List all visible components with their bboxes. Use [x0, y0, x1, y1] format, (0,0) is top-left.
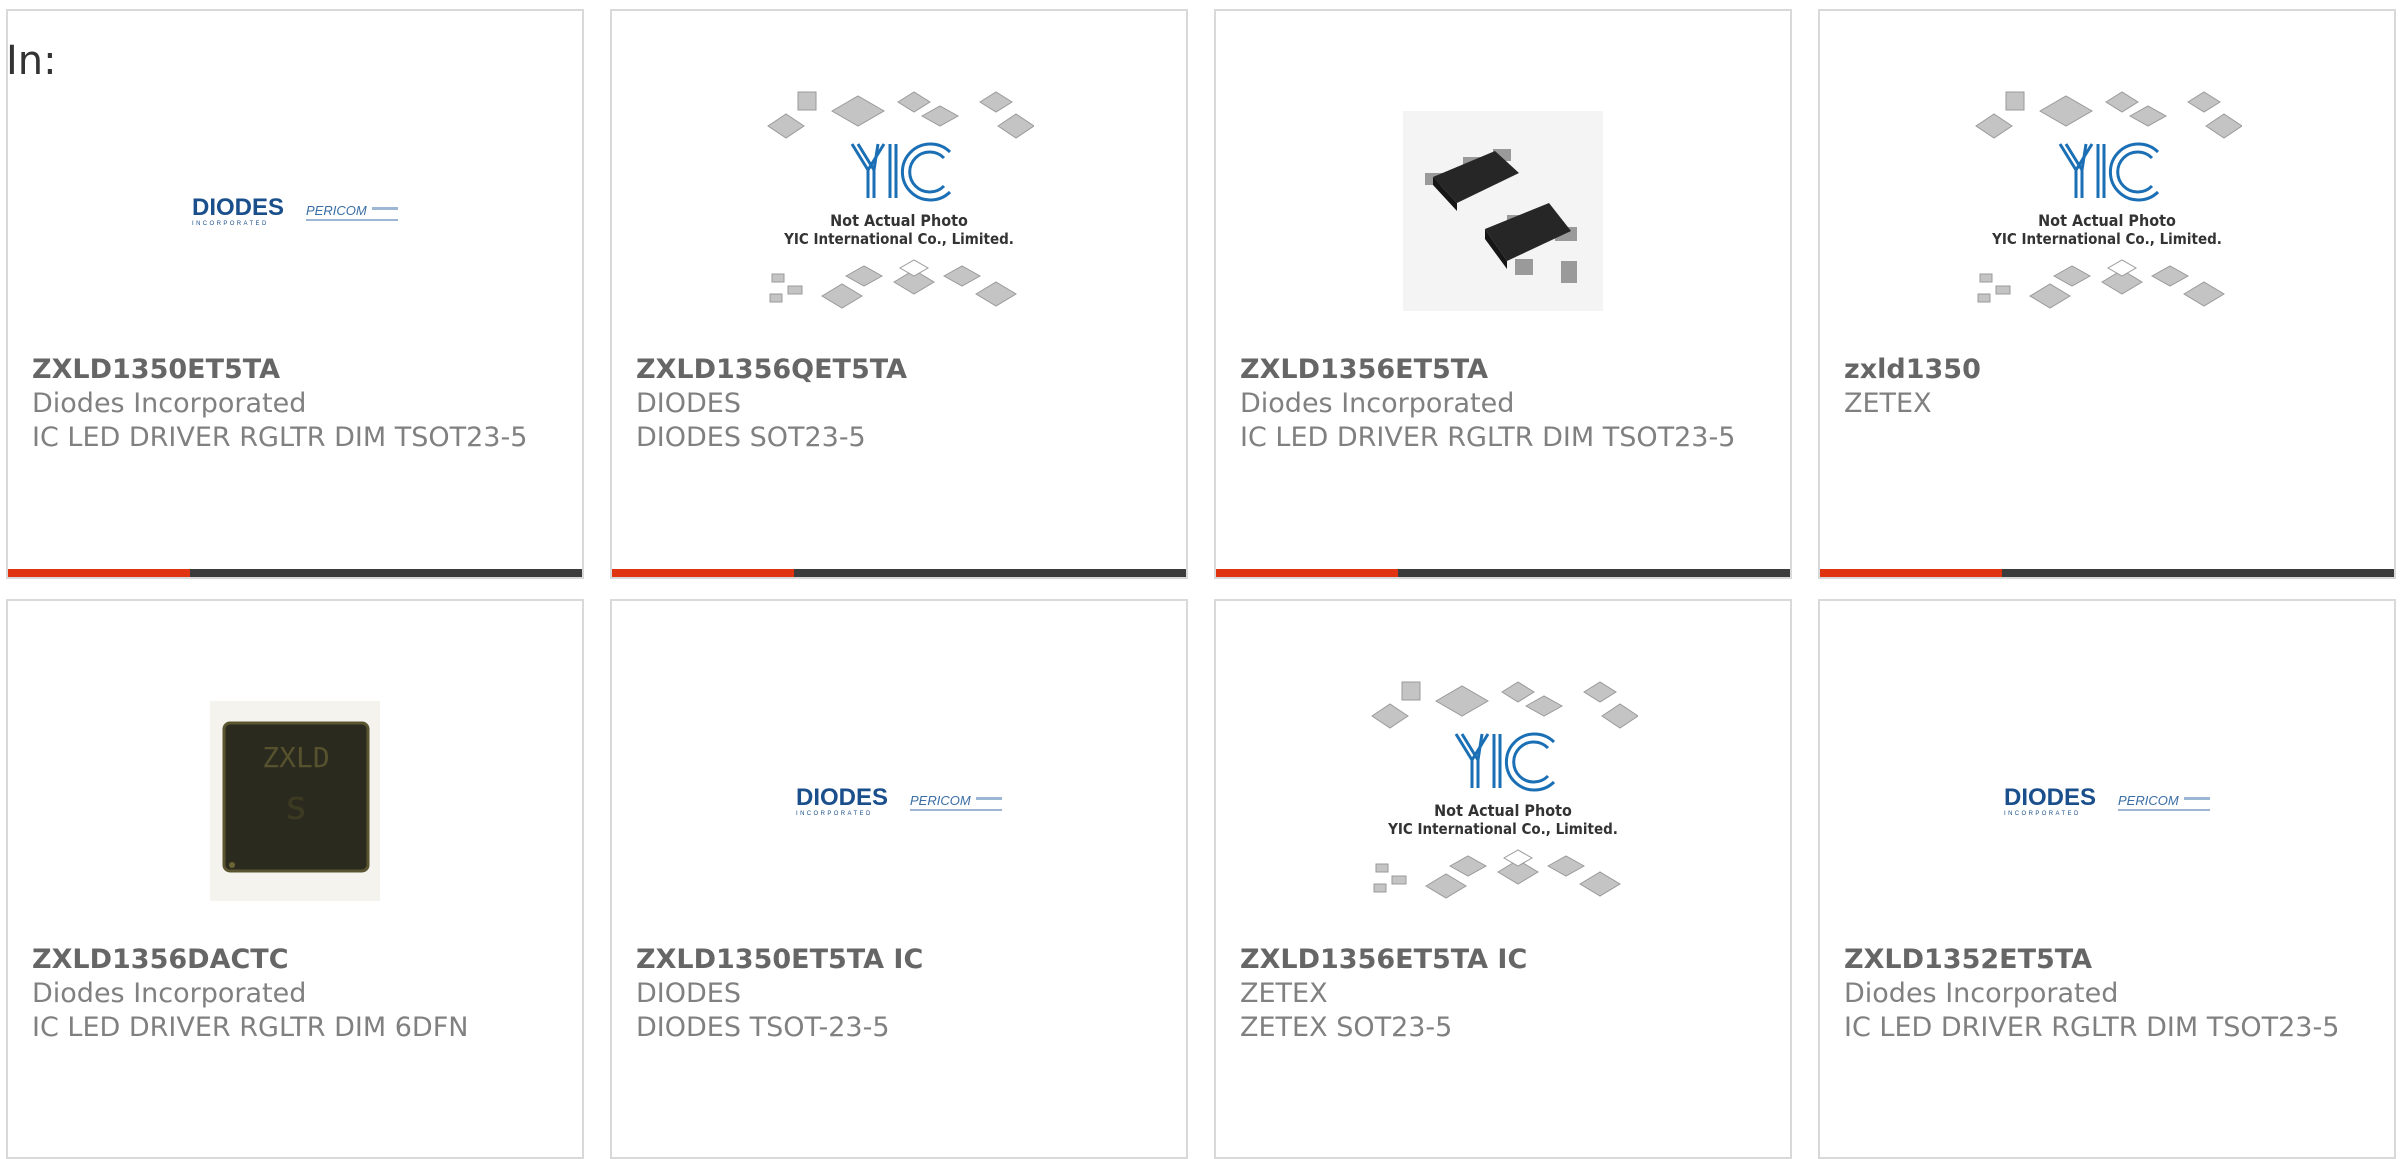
- product-card[interactable]: Not Actual Photo YIC International Co., …: [1214, 599, 1792, 1159]
- card-accent-bar: [612, 569, 794, 577]
- not-actual-photo-text: Not Actual Photo: [2038, 211, 2176, 230]
- product-card[interactable]: DIODES INCORPORATED PERICOM ZXLD1350ET5T…: [610, 599, 1188, 1159]
- description: IC LED DRIVER RGLTR DIM 6DFN: [32, 1012, 469, 1043]
- pericom-logo-text: PERICOM: [910, 793, 971, 808]
- diodes-pericom-logo: DIODES INCORPORATED PERICOM: [192, 194, 398, 227]
- part-number-link[interactable]: zxld1350: [1844, 353, 2374, 387]
- card-bottom-bar: [1216, 569, 1790, 577]
- card-bottom-bar: [1820, 569, 2394, 577]
- description: DIODES TSOT-23-5: [636, 1012, 890, 1043]
- product-image[interactable]: DIODES INCORPORATED PERICOM: [612, 661, 1186, 941]
- yic-company-text: YIC International Co., Limited.: [783, 230, 1014, 248]
- card-bottom-bar: [612, 569, 1186, 577]
- pericom-logo-text: PERICOM: [2118, 793, 2179, 808]
- svg-text:ѕ: ѕ: [284, 783, 308, 829]
- product-info: ZXLD1356DACTC Diodes Incorporated IC LED D…: [32, 943, 562, 1045]
- description: IC LED DRIVER RGLTR DIM TSOT23-5: [1240, 422, 1736, 453]
- product-card[interactable]: ZXLD1356ET5TA Diodes Incorporated IC LED D…: [1214, 9, 1792, 579]
- product-info: ZXLD1356ET5TA IC ZETEX ZETEX SOT23-5: [1240, 943, 1770, 1045]
- diodes-logo-text: DIODES: [192, 194, 284, 221]
- product-card[interactable]: ZXLD ѕ ZXLD1356DACTC Diodes Incorporated I…: [6, 599, 584, 1159]
- product-info: ZXLD1356ET5TA Diodes Incorporated IC LED D…: [1240, 353, 1770, 455]
- part-number-link[interactable]: ZXLD1356DACTC: [32, 943, 562, 977]
- manufacturer: ZETEX: [1844, 388, 1932, 419]
- description: ZETEX SOT23-5: [1240, 1012, 1453, 1043]
- product-info: ZXLD1352ET5TA Diodes Incorporated IC LED D…: [1844, 943, 2374, 1045]
- product-image[interactable]: Not Actual Photo YIC International Co., …: [612, 71, 1186, 351]
- diodes-logo-subtext: INCORPORATED: [2004, 811, 2081, 817]
- product-info: zxld1350 ZETEX: [1844, 353, 2374, 421]
- filter-label: In:: [6, 38, 57, 84]
- yic-not-actual-photo-image: Not Actual Photo YIC International Co., …: [1371, 681, 1638, 899]
- part-number-link[interactable]: ZXLD1350ET5TA: [32, 353, 562, 387]
- diodes-logo-text: DIODES: [796, 784, 888, 811]
- part-number-link[interactable]: ZXLD1352ET5TA: [1844, 943, 2374, 977]
- card-accent-bar: [8, 569, 190, 577]
- diodes-logo-text: DIODES: [2004, 784, 2096, 811]
- sot23-chip-photo: [1403, 111, 1603, 311]
- description: DIODES SOT23-5: [636, 422, 866, 453]
- dfn-chip-photo: ZXLD ѕ: [210, 701, 380, 901]
- yic-company-text: YIC International Co., Limited.: [1387, 820, 1618, 838]
- chip-marking-text: ZXLD: [262, 741, 329, 774]
- product-image[interactable]: Not Actual Photo YIC International Co., …: [1216, 661, 1790, 941]
- manufacturer: Diodes Incorporated: [1240, 388, 1515, 419]
- product-card[interactable]: DIODES INCORPORATED PERICOM ZXLD1350ET5T…: [6, 9, 584, 579]
- card-accent-bar: [1820, 569, 2002, 577]
- not-actual-photo-text: Not Actual Photo: [830, 211, 968, 230]
- yic-not-actual-photo-image: Not Actual Photo YIC International Co., …: [767, 91, 1034, 309]
- product-card[interactable]: Not Actual Photo YIC International Co., …: [610, 9, 1188, 579]
- yic-not-actual-photo-image: Not Actual Photo YIC International Co., …: [1975, 91, 2242, 309]
- product-info: ZXLD1350ET5TA IC DIODES DIODES TSOT-23-5: [636, 943, 1166, 1045]
- part-number-link[interactable]: ZXLD1356QET5TA: [636, 353, 1166, 387]
- product-card[interactable]: Not Actual Photo YIC International Co., …: [1818, 9, 2396, 579]
- product-image[interactable]: Not Actual Photo YIC International Co., …: [1820, 71, 2394, 351]
- card-accent-bar: [1216, 569, 1398, 577]
- manufacturer: Diodes Incorporated: [1844, 978, 2119, 1009]
- description: IC LED DRIVER RGLTR DIM TSOT23-5: [32, 422, 528, 453]
- diodes-pericom-logo: DIODES INCORPORATED PERICOM: [2004, 784, 2210, 817]
- product-image[interactable]: DIODES INCORPORATED PERICOM: [8, 71, 582, 351]
- description: IC LED DRIVER RGLTR DIM TSOT23-5: [1844, 1012, 2340, 1043]
- diodes-logo-subtext: INCORPORATED: [192, 221, 269, 227]
- card-bottom-bar: [8, 569, 582, 577]
- not-actual-photo-text: Not Actual Photo: [1434, 801, 1572, 820]
- product-image[interactable]: [1216, 71, 1790, 351]
- manufacturer: ZETEX: [1240, 978, 1328, 1009]
- product-image[interactable]: DIODES INCORPORATED PERICOM: [1820, 661, 2394, 941]
- manufacturer: Diodes Incorporated: [32, 978, 307, 1009]
- pericom-logo-text: PERICOM: [306, 203, 367, 218]
- product-image[interactable]: ZXLD ѕ: [8, 661, 582, 941]
- manufacturer: DIODES: [636, 978, 741, 1009]
- part-number-link[interactable]: ZXLD1356ET5TA: [1240, 353, 1770, 387]
- product-info: ZXLD1356QET5TA DIODES DIODES SOT23-5: [636, 353, 1166, 455]
- diodes-pericom-logo: DIODES INCORPORATED PERICOM: [796, 784, 1002, 817]
- diodes-logo-subtext: INCORPORATED: [796, 811, 873, 817]
- product-card[interactable]: DIODES INCORPORATED PERICOM ZXLD1352ET5T…: [1818, 599, 2396, 1159]
- part-number-link[interactable]: ZXLD1356ET5TA IC: [1240, 943, 1770, 977]
- product-info: ZXLD1350ET5TA Diodes Incorporated IC LED D…: [32, 353, 562, 455]
- part-number-link[interactable]: ZXLD1350ET5TA IC: [636, 943, 1166, 977]
- manufacturer: DIODES: [636, 388, 741, 419]
- yic-company-text: YIC International Co., Limited.: [1991, 230, 2222, 248]
- manufacturer: Diodes Incorporated: [32, 388, 307, 419]
